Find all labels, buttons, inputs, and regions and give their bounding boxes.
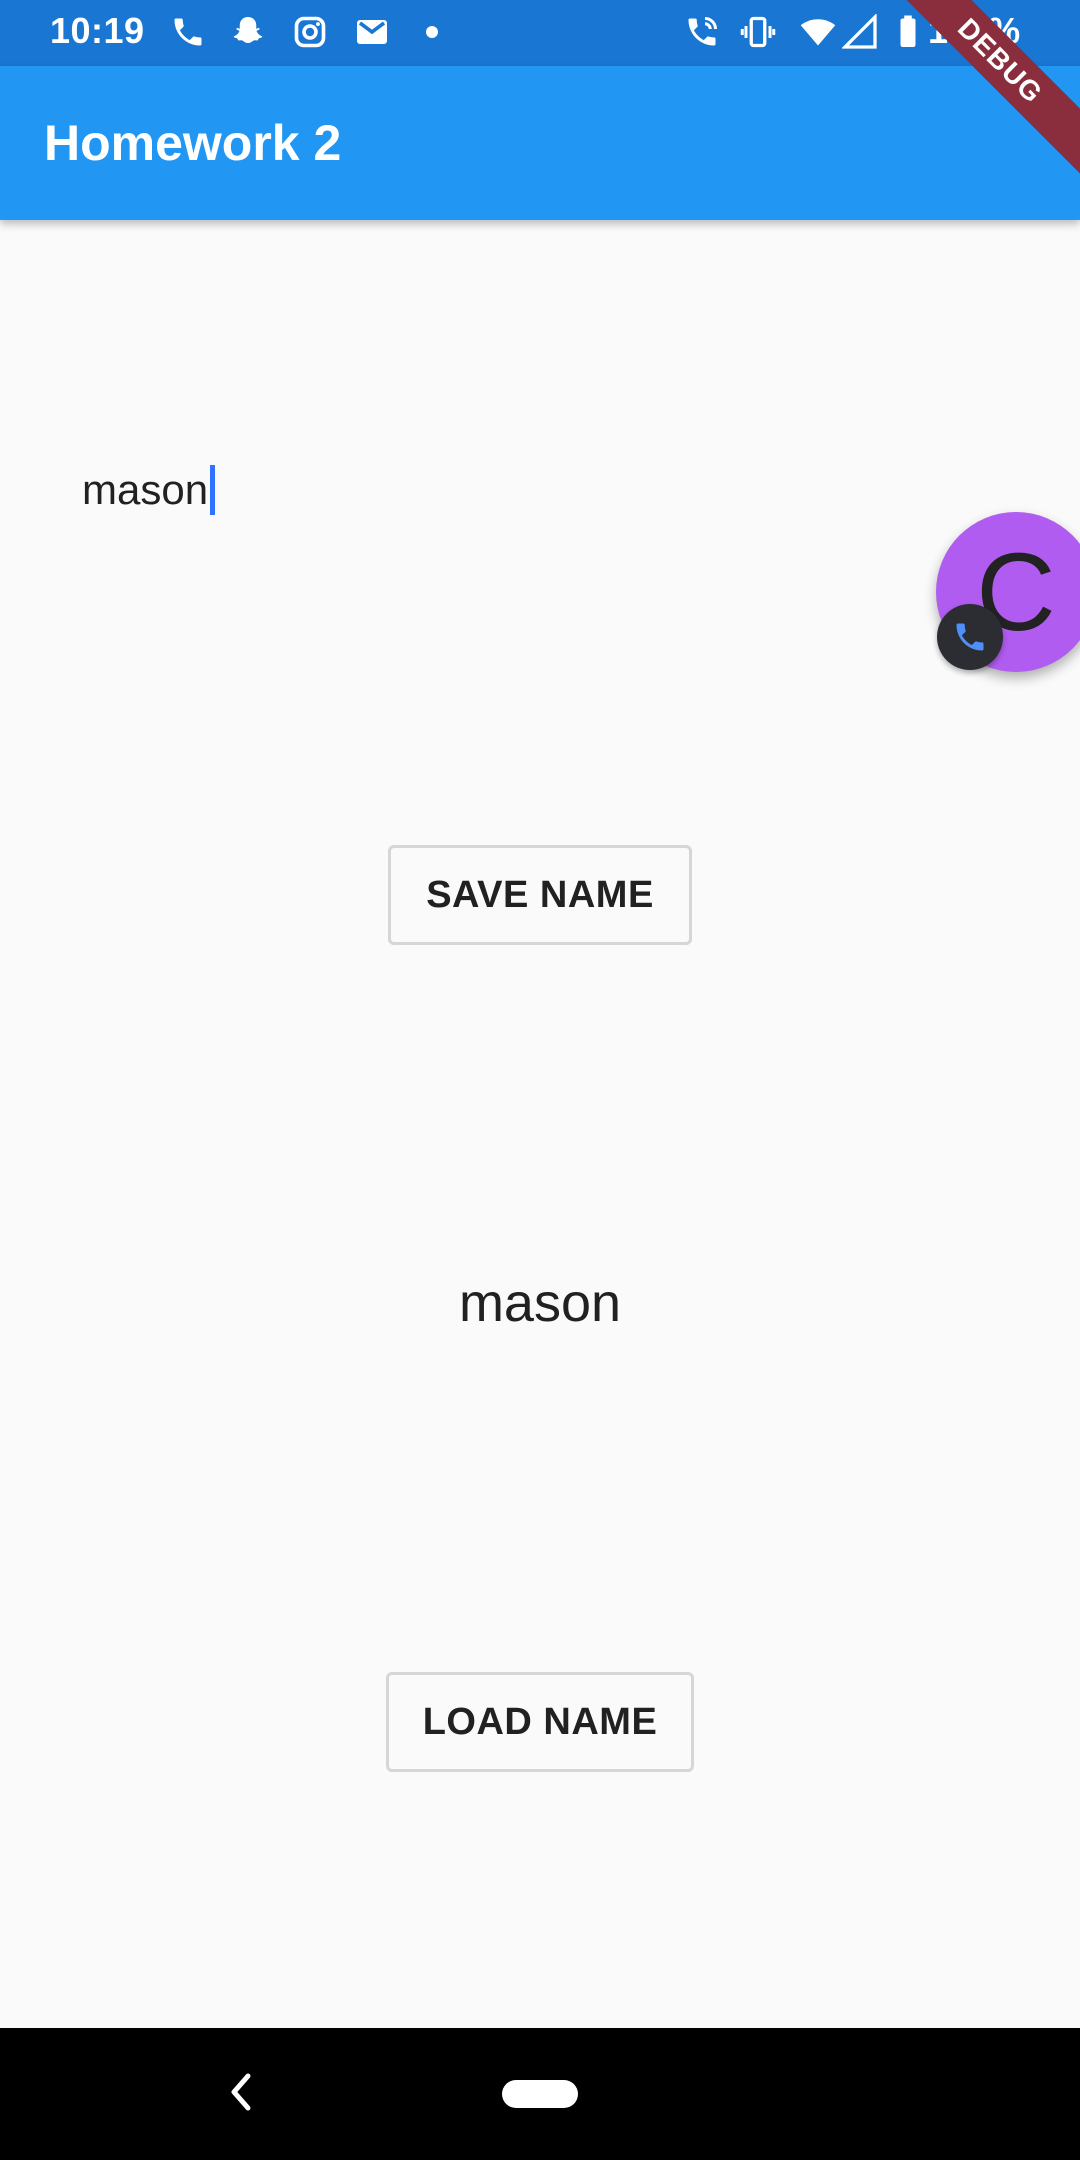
name-input[interactable]: mason (82, 455, 942, 525)
phone-icon (168, 12, 208, 52)
screen: 10:19 100% (0, 0, 1080, 2160)
name-input-value: mason (82, 466, 209, 513)
gmail-icon (352, 12, 392, 52)
instagram-icon (290, 12, 330, 52)
vibrate-icon (738, 12, 778, 52)
bubble-phone-icon (937, 604, 1003, 670)
save-name-button[interactable]: SAVE NAME (388, 845, 692, 945)
signal-icon (840, 12, 880, 52)
wifi-icon (798, 12, 838, 52)
dot-icon (412, 12, 452, 52)
snapchat-icon (228, 12, 268, 52)
page-title: Homework 2 (44, 115, 342, 171)
load-name-button[interactable]: LOAD NAME (386, 1672, 694, 1772)
battery-icon (888, 12, 928, 52)
text-cursor (210, 465, 216, 515)
home-pill-button[interactable] (502, 2080, 578, 2108)
app-bar: Homework 2 (0, 66, 1080, 220)
status-time: 10:19 (50, 10, 145, 51)
saved-name-text: mason (458, 1273, 622, 1333)
back-icon[interactable] (220, 2062, 260, 2122)
wifi-call-icon (682, 12, 722, 52)
